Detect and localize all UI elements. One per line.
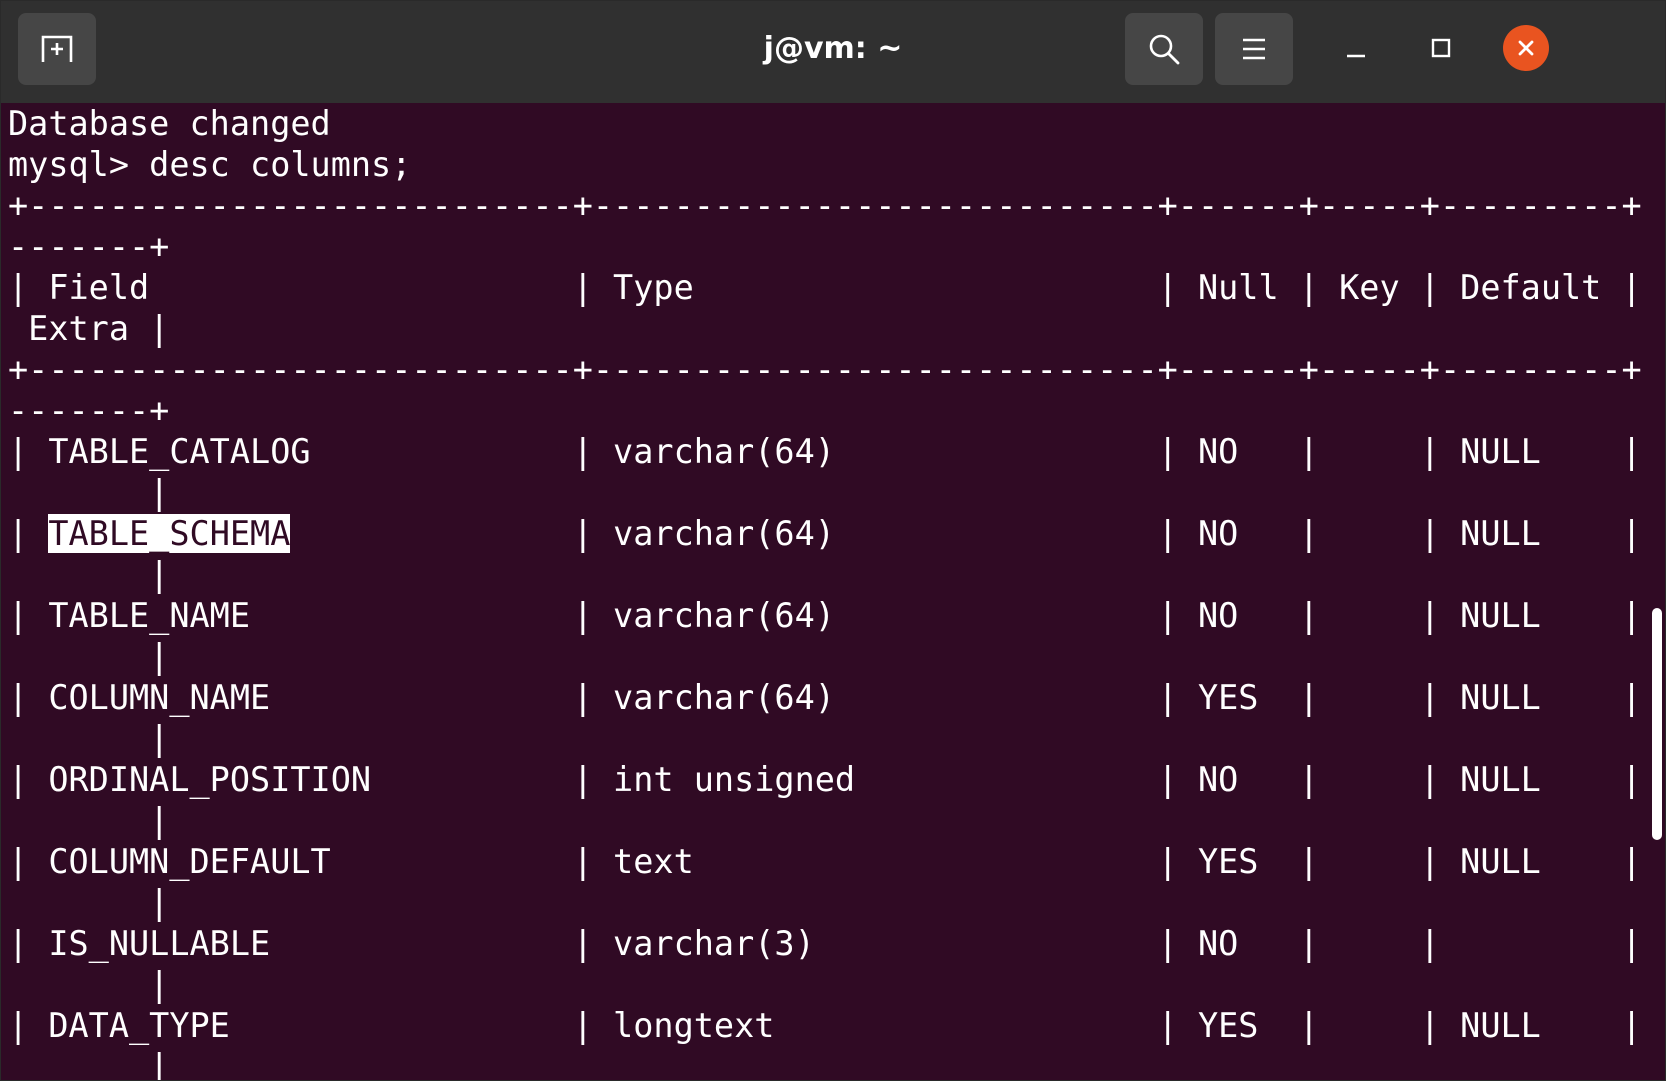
table-border-line: +---------------------------+-----------… (8, 350, 1642, 389)
table-row: | TABLE_CATALOG | varchar(64) | NO | | N… (8, 432, 1642, 471)
search-icon (1149, 34, 1180, 65)
window-title: j@vm: ~ (763, 31, 903, 66)
title-bar[interactable]: j@vm: ~ (1, 1, 1665, 103)
new-tab-icon (41, 35, 73, 62)
table-row: | IS_NULLABLE | varchar(3) | NO | | | (8, 924, 1642, 963)
terminal-output[interactable]: Database changed mysql> desc columns; +-… (8, 103, 1642, 1081)
minimize-icon (1347, 54, 1365, 58)
table-border-wrap: -------+ (8, 391, 170, 430)
selected-text[interactable]: TABLE_SCHEMA (48, 514, 291, 553)
maximize-icon (1431, 38, 1451, 58)
terminal-area[interactable]: Database changed mysql> desc columns; +-… (1, 103, 1665, 1080)
search-button[interactable] (1125, 13, 1203, 85)
table-border-line: +---------------------------+-----------… (8, 186, 1642, 225)
scrollbar-thumb[interactable] (1652, 608, 1662, 840)
table-row-wrap: | (8, 719, 170, 758)
prompt-line: mysql> desc columns; (8, 145, 412, 184)
table-row: | TABLE_NAME | varchar(64) | NO | | NULL… (8, 596, 1642, 635)
close-icon (1518, 40, 1534, 56)
maximize-button[interactable] (1418, 25, 1464, 71)
table-row-wrap: | (8, 637, 170, 676)
hamburger-menu-icon (1243, 38, 1265, 60)
close-button[interactable] (1503, 25, 1549, 71)
table-row-wrap: | (8, 801, 170, 840)
table-row-wrap: | (8, 555, 170, 594)
table-row: | COLUMN_DEFAULT | text | YES | | NULL | (8, 842, 1642, 881)
table-header-line: | Field | Type | Null | Key | Default | (8, 268, 1642, 307)
minimize-button[interactable] (1333, 25, 1379, 71)
output-line: Database changed (8, 104, 331, 143)
table-border-wrap: -------+ (8, 227, 170, 266)
menu-button[interactable] (1215, 13, 1293, 85)
new-tab-button[interactable] (18, 13, 96, 85)
row-prefix: | (8, 514, 49, 553)
table-row: | COLUMN_NAME | varchar(64) | YES | | NU… (8, 678, 1642, 717)
table-row-wrap: | (8, 1047, 170, 1081)
table-row-wrap: | (8, 473, 170, 512)
table-row-wrap: | (8, 965, 170, 1004)
table-row: | DATA_TYPE | longtext | YES | | NULL | (8, 1006, 1642, 1045)
row-rest: | varchar(64) | NO | | NULL | (290, 514, 1642, 553)
terminal-window: j@vm: ~ Database changed mysql> desc col… (0, 0, 1666, 1081)
table-row: | TABLE_SCHEMA | varchar(64) | NO | | NU… (8, 513, 1642, 554)
table-header-wrap: Extra | (8, 309, 170, 348)
table-row: | ORDINAL_POSITION | int unsigned | NO |… (8, 760, 1642, 799)
window-title-wrap: j@vm: ~ (1, 1, 1665, 97)
table-row-wrap: | (8, 883, 170, 922)
